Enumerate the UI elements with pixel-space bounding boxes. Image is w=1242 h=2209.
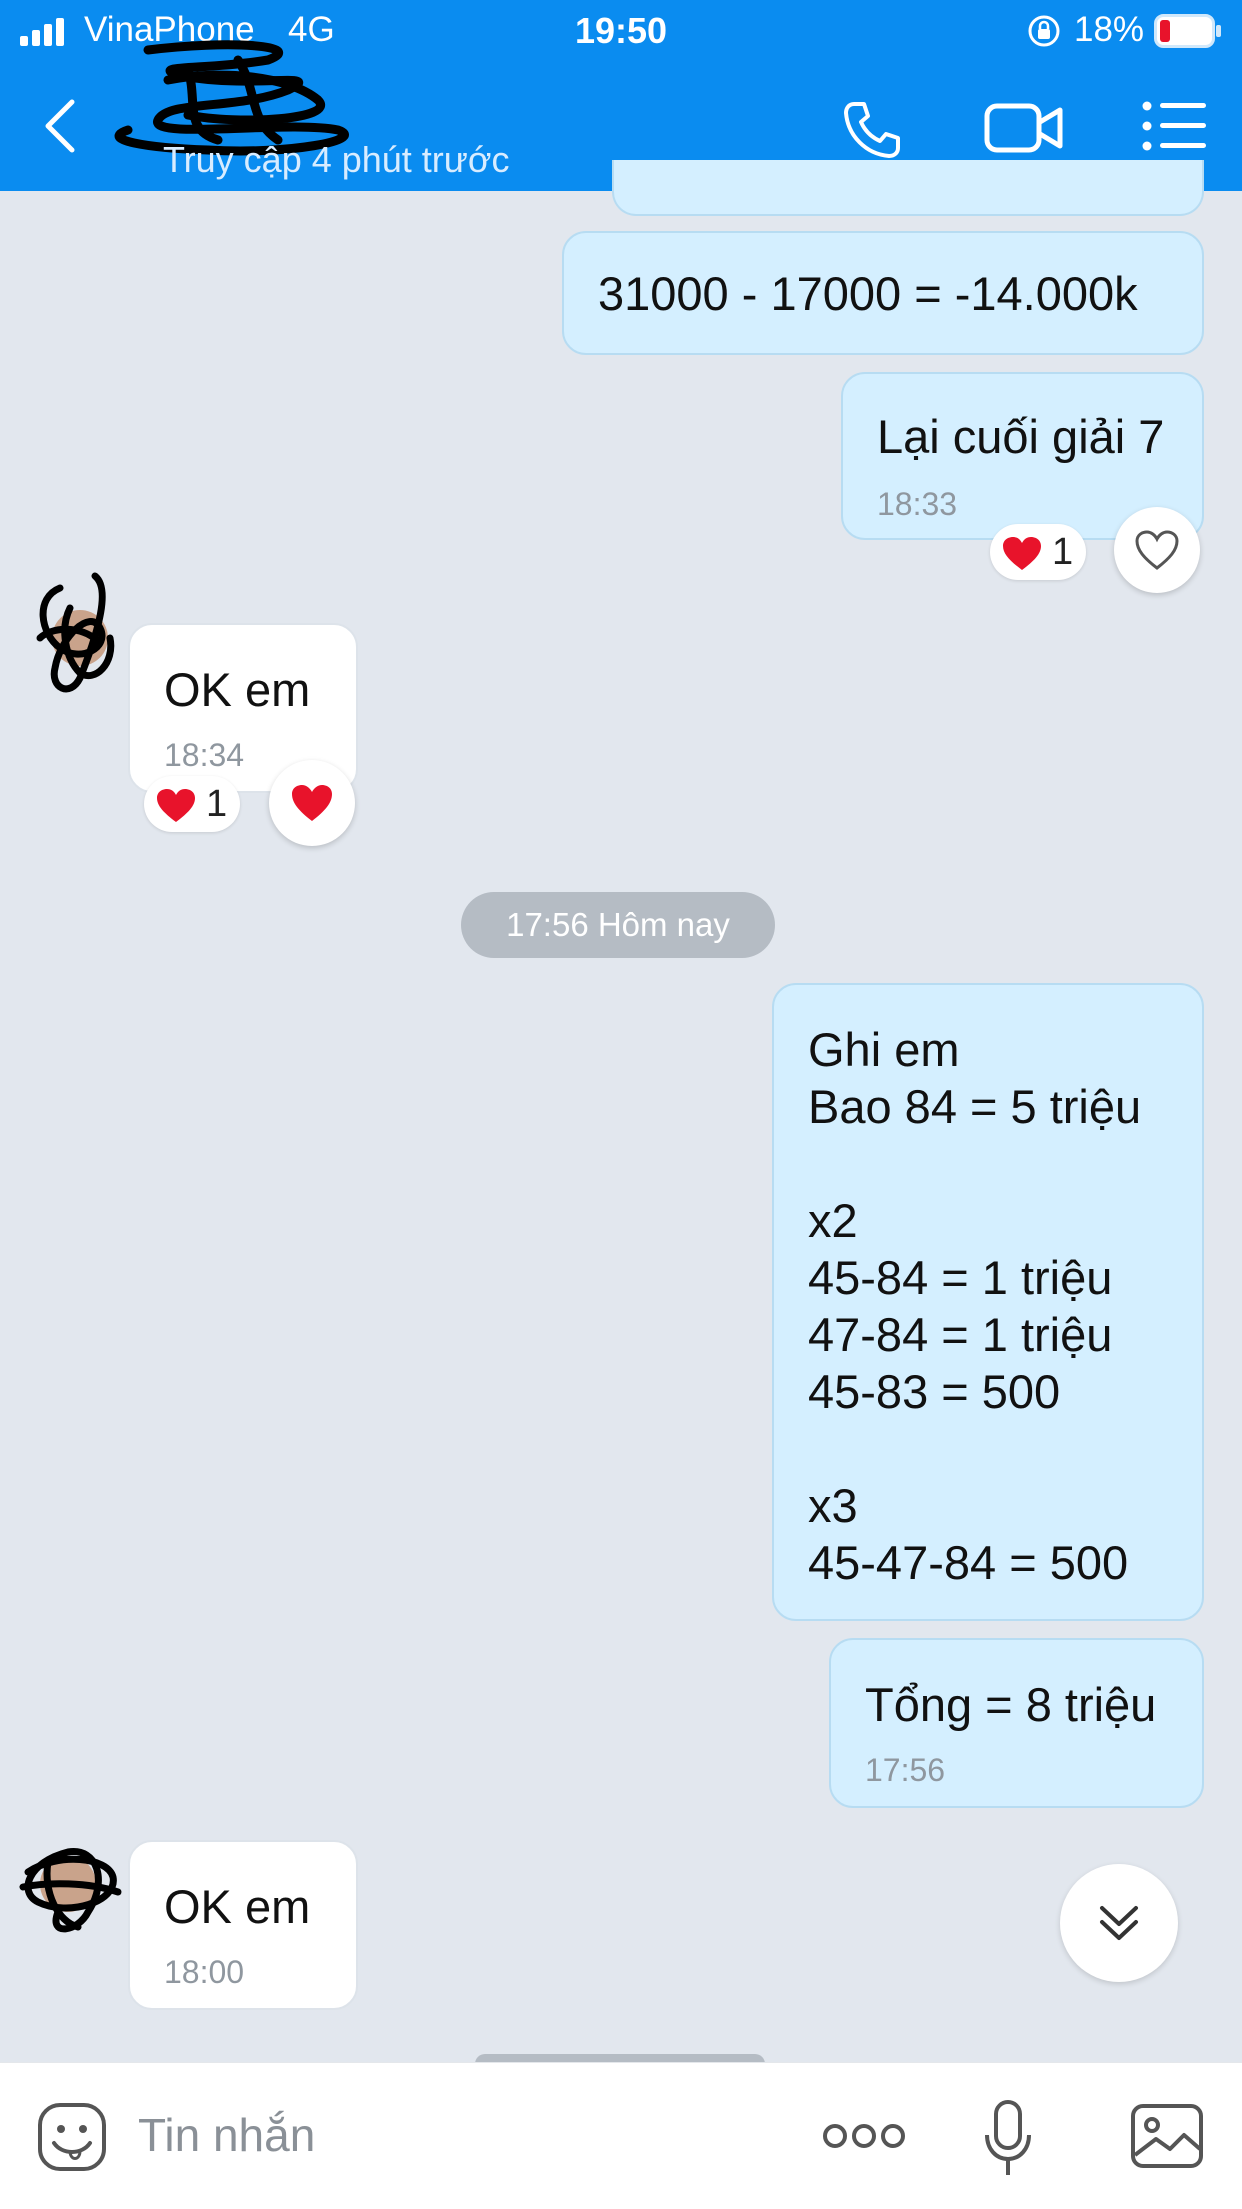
microphone-icon[interactable]: [982, 2099, 1034, 2179]
reaction-count: 1: [206, 783, 228, 825]
reaction-count: 1: [1052, 531, 1074, 573]
image-icon[interactable]: [1130, 2103, 1204, 2169]
back-icon[interactable]: [40, 96, 80, 156]
message-input[interactable]: [138, 2103, 738, 2167]
message-bubble-outgoing[interactable]: Ghi em Bao 84 = 5 triệu x2 45-84 = 1 tri…: [772, 983, 1204, 1621]
video-call-icon[interactable]: [984, 100, 1064, 156]
message-time: 17:56: [865, 1752, 946, 1788]
message-text: OK em: [164, 663, 311, 716]
message-text: Tổng = 8 triệu: [865, 1678, 1157, 1731]
heart-icon: [292, 785, 332, 821]
sticker-icon[interactable]: [36, 2101, 108, 2173]
more-icon[interactable]: [822, 2119, 906, 2153]
message-text: OK em: [164, 1880, 311, 1933]
heart-outline-icon: [1135, 530, 1179, 570]
message-time: 18:00: [164, 1954, 245, 1990]
call-icon[interactable]: [840, 98, 904, 162]
react-button[interactable]: [1114, 507, 1200, 593]
message-text: 31000 - 17000 = -14.000k: [598, 267, 1138, 320]
reaction-summary[interactable]: 1: [990, 524, 1086, 580]
heart-icon: [157, 789, 195, 822]
rotation-lock-icon: [1028, 15, 1060, 47]
message-bubble-partial[interactable]: [612, 160, 1204, 216]
contact-avatar[interactable]: [20, 568, 140, 698]
message-bubble-incoming[interactable]: OK em 18:00: [128, 1840, 358, 2010]
message-bubble-outgoing[interactable]: 31000 - 17000 = -14.000k: [562, 231, 1204, 355]
message-text: Lại cuối giải 7: [877, 410, 1165, 463]
message-bubble-outgoing[interactable]: Tổng = 8 triệu 17:56: [829, 1638, 1204, 1808]
battery-icon: [1154, 14, 1221, 48]
react-button-active[interactable]: [269, 760, 355, 846]
heart-icon: [1003, 537, 1041, 570]
last-seen-status: Truy cập 4 phút trước: [163, 139, 510, 180]
date-divider: 17:56 Hôm nay: [461, 892, 775, 958]
contact-avatar[interactable]: [8, 1822, 128, 1952]
double-chevron-down-icon: [1100, 1906, 1138, 1940]
message-time: 18:33: [877, 486, 958, 522]
message-input-bar: [0, 2062, 1242, 2209]
menu-icon[interactable]: [1142, 100, 1206, 152]
reaction-summary[interactable]: 1: [144, 776, 240, 832]
message-text: Ghi em Bao 84 = 5 triệu x2 45-84 = 1 tri…: [808, 1023, 1142, 1589]
scroll-to-bottom-button[interactable]: [1060, 1864, 1178, 1982]
battery-percent: 18%: [1074, 10, 1145, 49]
message-time: 18:34: [164, 737, 245, 773]
